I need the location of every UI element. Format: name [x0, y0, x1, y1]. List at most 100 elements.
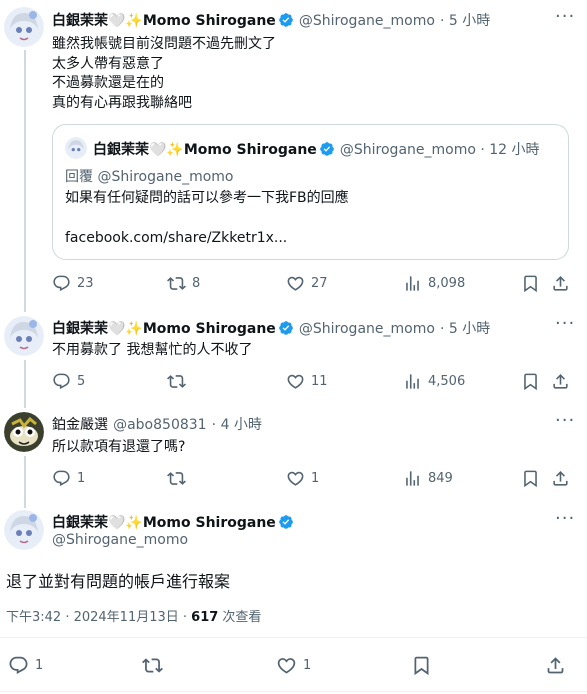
retweet-button[interactable]	[167, 372, 192, 391]
retweet-button[interactable]: 8	[167, 274, 200, 293]
verified-icon	[278, 12, 294, 28]
view-label: 次查看	[218, 610, 262, 625]
like-count: 1	[303, 658, 312, 673]
tweet-header: 白銀茉茉🤍✨Momo Shirogane @Shirogane_momo · 5…	[52, 10, 490, 30]
display-name[interactable]: 白銀茉茉🤍✨Momo Shirogane	[52, 13, 276, 29]
retweet-count: 8	[192, 276, 201, 291]
tweet-text: 所以款項有退還了嗎?	[52, 439, 186, 455]
like-button[interactable]: 11	[286, 372, 328, 391]
reply-icon	[52, 372, 71, 391]
avatar[interactable]	[4, 316, 44, 356]
display-name[interactable]: 鉑金嚴選	[52, 417, 108, 433]
user-handle[interactable]: @Shirogane_momo	[299, 13, 435, 29]
reply-button[interactable]: 23	[52, 274, 94, 293]
tweet-text-line: 太多人帶有惡意了	[52, 55, 164, 72]
like-button[interactable]: 1	[276, 655, 311, 676]
reply-icon	[52, 469, 71, 488]
timestamp[interactable]: · 5 小時	[440, 321, 490, 337]
bookmark-icon	[411, 655, 432, 676]
reply-icon	[52, 274, 71, 293]
user-handle[interactable]: @Shirogane_momo	[52, 532, 188, 548]
views-button[interactable]: 849	[403, 469, 453, 488]
display-name[interactable]: 白銀茉茉🤍✨Momo Shirogane	[52, 321, 276, 337]
timestamp[interactable]: · 5 小時	[440, 13, 490, 29]
views-icon	[403, 372, 422, 391]
main-tweet-text: 退了並對有問題的帳戶進行報案	[6, 572, 231, 591]
share-icon	[551, 372, 570, 391]
share-button[interactable]	[551, 469, 576, 488]
views-icon	[403, 469, 422, 488]
tweet-text-line: 真的有心再跟我聯絡吧	[52, 94, 192, 111]
timestamp[interactable]: · 4 小時	[212, 417, 262, 433]
thread-line	[24, 360, 26, 408]
views-icon	[403, 274, 422, 293]
display-name[interactable]: 白銀茉茉🤍✨Momo Shirogane	[52, 515, 276, 531]
retweet-icon	[142, 655, 163, 676]
quote-reply-to: 回覆 @Shirogane_momo	[65, 169, 234, 185]
share-button[interactable]	[551, 372, 576, 391]
more-icon[interactable]: ···	[555, 313, 575, 334]
user-handle[interactable]: @abo850831	[113, 417, 206, 433]
retweet-icon	[167, 372, 186, 391]
like-icon	[286, 469, 305, 488]
thread-line	[24, 50, 26, 312]
more-icon[interactable]: ···	[555, 6, 575, 27]
views-button[interactable]: 4,506	[403, 372, 465, 391]
share-button[interactable]	[551, 274, 576, 293]
divider	[0, 691, 587, 692]
views-count: 8,098	[428, 276, 466, 291]
tweet-header: 白銀茉茉🤍✨Momo Shirogane @Shirogane_momo · 5…	[52, 318, 490, 338]
reply-button[interactable]: 1	[8, 655, 43, 676]
tweet-meta: 下午3:42 · 2024年11月13日 · 617 次查看	[6, 606, 261, 625]
quote-display-name: 白銀茉茉🤍✨Momo Shirogane	[93, 142, 317, 158]
reply-icon	[8, 655, 29, 676]
like-icon	[276, 655, 297, 676]
like-button[interactable]: 1	[286, 469, 319, 488]
more-icon[interactable]: ···	[555, 410, 575, 431]
reply-count: 1	[35, 658, 44, 673]
verified-icon	[278, 514, 294, 530]
like-button[interactable]: 27	[286, 274, 328, 293]
retweet-icon	[167, 469, 186, 488]
avatar[interactable]	[4, 412, 44, 452]
bookmark-button[interactable]	[521, 274, 546, 293]
retweet-icon	[167, 274, 186, 293]
avatar[interactable]	[4, 7, 44, 47]
tweet-text: 不用募款了 我想幫忙的人不收了	[52, 342, 253, 358]
divider	[0, 637, 587, 638]
like-count: 11	[311, 374, 328, 389]
reply-button[interactable]: 1	[52, 469, 85, 488]
quote-link[interactable]: facebook.com/share/Zkketr1x...	[65, 229, 287, 249]
reply-count: 23	[77, 276, 94, 291]
views-button[interactable]: 8,098	[403, 274, 465, 293]
view-count: 617	[191, 610, 219, 625]
reply-button[interactable]: 5	[52, 372, 85, 391]
bookmark-button[interactable]	[521, 372, 546, 391]
tweet-text-line: 雖然我帳號目前沒問題不過先刪文了	[52, 36, 276, 52]
verified-icon	[278, 320, 294, 336]
quoted-tweet[interactable]: 白銀茉茉🤍✨Momo Shirogane @Shirogane_momo · 1…	[52, 124, 569, 260]
quote-text: 如果有任何疑問的話可以參考一下我FB的回應	[65, 190, 349, 206]
views-count: 4,506	[428, 374, 466, 389]
quote-avatar	[65, 137, 87, 159]
avatar[interactable]	[4, 510, 44, 550]
share-button[interactable]	[545, 655, 572, 676]
like-count: 1	[311, 471, 320, 486]
like-icon	[286, 274, 305, 293]
verified-icon	[319, 141, 335, 157]
tweet-header: 鉑金嚴選 @abo850831 · 4 小時	[52, 414, 262, 434]
timestamp[interactable]: 下午3:42 · 2024年11月13日 ·	[6, 610, 191, 625]
bookmark-button[interactable]	[411, 655, 438, 676]
tweet-body: 雖然我帳號目前沒問題不過先刪文了 太多人帶有惡意了 不過募款還是在的 真的有心再…	[52, 35, 276, 113]
more-icon[interactable]: ···	[555, 508, 575, 529]
quote-handle: @Shirogane_momo · 12 小時	[339, 142, 540, 158]
user-handle[interactable]: @Shirogane_momo	[299, 321, 435, 337]
bookmark-button[interactable]	[521, 469, 546, 488]
retweet-button[interactable]	[167, 469, 192, 488]
share-icon	[551, 274, 570, 293]
bookmark-icon	[521, 372, 540, 391]
like-count: 27	[311, 276, 328, 291]
reply-count: 1	[77, 471, 86, 486]
share-icon	[545, 655, 566, 676]
retweet-button[interactable]	[142, 655, 169, 676]
